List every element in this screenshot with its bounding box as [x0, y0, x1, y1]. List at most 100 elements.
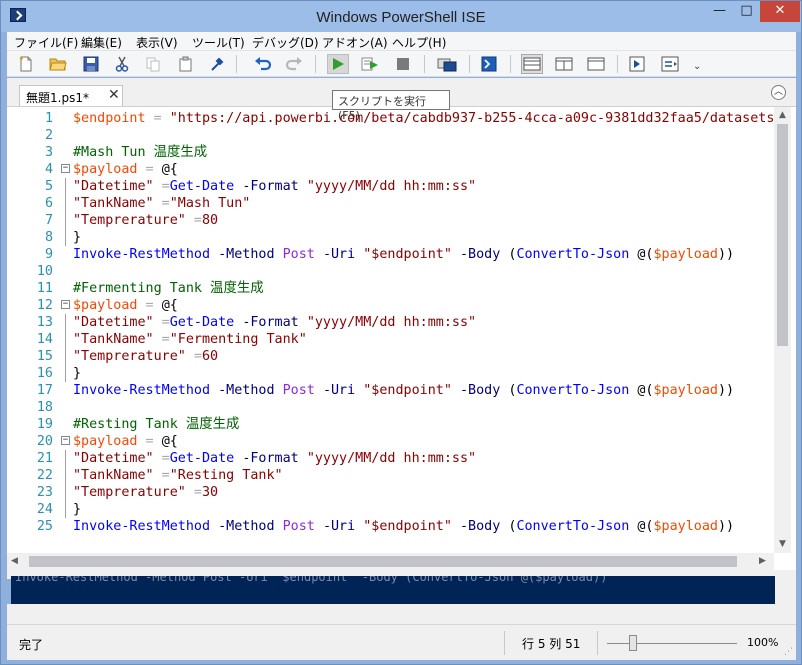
new-icon[interactable]	[15, 54, 37, 74]
menu-file[interactable]: ファイル(F)	[14, 34, 78, 51]
code-line[interactable]: 9 Invoke-RestMethod -Method Post -Uri "$e…	[7, 246, 775, 263]
token-str: "$endpoint"	[363, 247, 452, 262]
line-number: 3	[44, 145, 53, 160]
line-number: 7	[44, 213, 53, 228]
code-line[interactable]: 15 "Temprerature" =60	[7, 348, 775, 365]
code-line[interactable]: 21 "Datetime" =Get-Date -Format "yyyy/MM/…	[7, 450, 775, 467]
code-line[interactable]: 25 Invoke-RestMethod -Method Post -Uri "$…	[7, 518, 775, 535]
menu-help[interactable]: ヘルプ(H)	[392, 34, 446, 51]
toolbar-separator	[236, 55, 237, 73]
show-commands-icon[interactable]	[659, 54, 681, 74]
powershell-console-icon[interactable]	[478, 54, 500, 74]
code-line[interactable]: 22 "TankName" ="Resting Tank"	[7, 467, 775, 484]
close-button[interactable]: ✕	[760, 1, 800, 22]
scroll-left-icon[interactable]: ◀	[11, 553, 18, 570]
clear-console-icon[interactable]	[206, 54, 228, 74]
cursor-position: 行 5 列 51	[522, 637, 581, 651]
collapse-region-icon[interactable]: −	[61, 164, 70, 173]
token-cmd: Invoke-RestMethod	[73, 519, 211, 534]
line-number: 24	[36, 502, 53, 517]
fold-guide	[65, 501, 66, 518]
code-line[interactable]: 7 "Temprerature" =80	[7, 212, 775, 229]
stop-icon[interactable]	[392, 54, 414, 74]
resize-grip-icon[interactable]: ⋰	[784, 647, 793, 657]
zoom-slider-thumb[interactable]	[629, 635, 637, 651]
horizontal-scrollbar[interactable]: ◀ ▶	[7, 553, 774, 570]
cut-icon[interactable]	[111, 54, 133, 74]
layout-top-icon[interactable]	[521, 54, 543, 74]
new-remote-tab-icon[interactable]	[436, 54, 458, 74]
tab-close-icon[interactable]: ✕	[108, 87, 120, 103]
show-script-pane-icon[interactable]	[627, 54, 649, 74]
token-cmd: ConvertTo-Json	[516, 247, 630, 262]
layout-right-icon[interactable]	[553, 54, 575, 74]
token-plain: (	[500, 247, 517, 262]
layout-max-icon[interactable]	[585, 54, 607, 74]
tab-label: 無題1.ps1*	[26, 91, 89, 105]
code-line[interactable]: 1 $endpoint = "https://api.powerbi.com/be…	[7, 110, 775, 127]
code-line[interactable]: 16}	[7, 365, 775, 382]
menu-addons[interactable]: アドオン(A)	[322, 34, 388, 51]
token-str: "yyyy/MM/dd hh:mm:ss"	[306, 315, 477, 330]
script-editor[interactable]: 1 $endpoint = "https://api.powerbi.com/be…	[7, 106, 796, 570]
scroll-up-icon[interactable]: ▲	[774, 107, 791, 124]
console-scrollbar[interactable]	[775, 576, 796, 604]
run-selection-icon[interactable]	[359, 54, 381, 74]
code-line[interactable]: 18	[7, 399, 775, 416]
token-op: =	[185, 213, 202, 228]
code-line[interactable]: 5 "Datetime" =Get-Date -Format "yyyy/MM/d…	[7, 178, 775, 195]
code-text: #Fermenting Tank 温度生成	[73, 280, 264, 297]
code-line[interactable]: 17 Invoke-RestMethod -Method Post -Uri "$…	[7, 382, 775, 399]
token-str: 80	[202, 213, 219, 228]
menu-edit[interactable]: 編集(E)	[81, 34, 122, 51]
code-text: "TankName" ="Resting Tank"	[73, 467, 283, 484]
scroll-down-icon[interactable]: ▼	[774, 536, 791, 553]
code-line[interactable]: 10	[7, 263, 775, 280]
code-line[interactable]: 23 "Temprerature" =30	[7, 484, 775, 501]
copy-icon[interactable]	[142, 54, 164, 74]
code-line[interactable]: 6 "TankName" ="Mash Tun"	[7, 195, 775, 212]
code-area[interactable]: 1 $endpoint = "https://api.powerbi.com/be…	[7, 110, 775, 550]
code-line[interactable]: 12− $payload = @{	[7, 297, 775, 314]
token-prm: -Uri	[322, 519, 356, 534]
vertical-scroll-thumb[interactable]	[777, 124, 788, 346]
menu-view[interactable]: 表示(V)	[136, 34, 178, 51]
code-line[interactable]: 3 #Mash Tun 温度生成	[7, 144, 775, 161]
console-pane[interactable]: Invoke-RestMethod -Method Post -Uri "$en…	[11, 576, 775, 604]
menu-debug[interactable]: デバッグ(D)	[252, 34, 319, 51]
toolbar-separator	[424, 55, 425, 73]
title-bar[interactable]: Windows PowerShell ISE — □ ✕	[1, 1, 801, 32]
code-line[interactable]: 8}	[7, 229, 775, 246]
token-cmt: #Resting Tank 温度生成	[73, 417, 240, 432]
toolbar-overflow-icon[interactable]: ⌄	[693, 61, 701, 72]
line-number: 1	[44, 111, 53, 126]
line-number: 8	[44, 230, 53, 245]
zoom-slider-track[interactable]	[607, 643, 737, 644]
undo-icon[interactable]	[252, 54, 274, 74]
code-line[interactable]: 13 "Datetime" =Get-Date -Format "yyyy/MM/…	[7, 314, 775, 331]
vertical-scrollbar[interactable]: ▲ ▼	[774, 107, 791, 553]
open-icon[interactable]	[47, 54, 69, 74]
horizontal-scroll-thumb[interactable]	[29, 556, 737, 567]
paste-icon[interactable]	[175, 54, 197, 74]
code-line[interactable]: 24}	[7, 501, 775, 518]
code-line[interactable]: 19 #Resting Tank 温度生成	[7, 416, 775, 433]
collapse-region-icon[interactable]: −	[61, 300, 70, 309]
collapse-script-pane-icon[interactable]: ︿	[771, 85, 786, 100]
code-line[interactable]: 20− $payload = @{	[7, 433, 775, 450]
run-script-icon[interactable]	[327, 54, 349, 74]
scroll-right-icon[interactable]: ▶	[759, 553, 766, 570]
save-icon[interactable]	[80, 54, 102, 74]
code-line[interactable]: 2	[7, 127, 775, 144]
code-line[interactable]: 14 "TankName" ="Fermenting Tank"	[7, 331, 775, 348]
redo-icon[interactable]	[283, 54, 305, 74]
code-line[interactable]: 4− $payload = @{	[7, 161, 775, 178]
tab-untitled1[interactable]: 無題1.ps1* ✕	[19, 85, 123, 107]
menu-tools[interactable]: ツール(T)	[192, 34, 245, 51]
collapse-region-icon[interactable]: −	[61, 436, 70, 445]
code-line[interactable]: 11 #Fermenting Tank 温度生成	[7, 280, 775, 297]
token-op: =	[153, 332, 170, 347]
minimize-button[interactable]: —	[706, 1, 733, 22]
maximize-button[interactable]: □	[733, 1, 760, 22]
